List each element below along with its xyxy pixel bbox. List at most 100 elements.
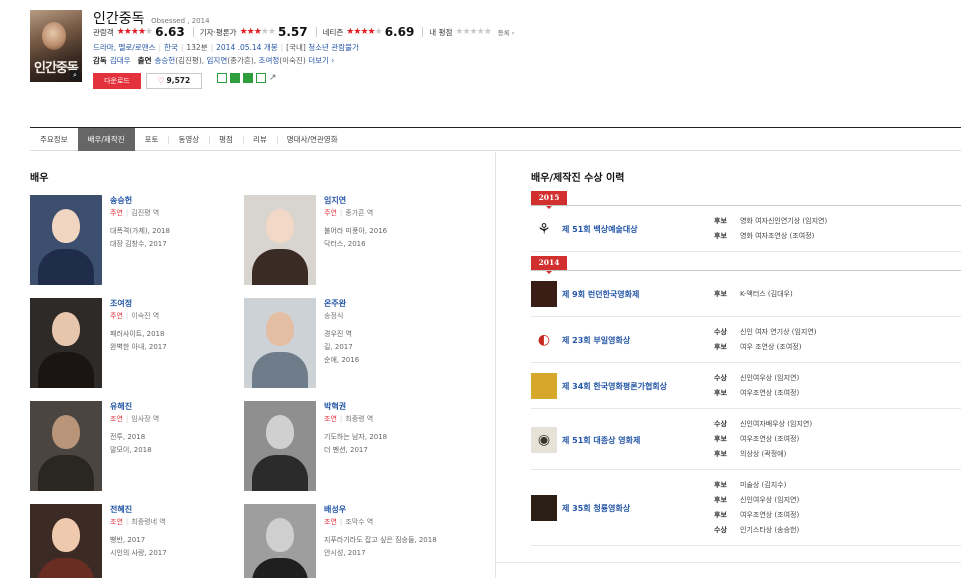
actor-work-item: 대장 김창수, 2017 bbox=[110, 240, 167, 248]
actor-photo[interactable] bbox=[30, 504, 102, 578]
cast-role: (종가흔), bbox=[227, 56, 259, 65]
award-status: 후보 bbox=[714, 217, 727, 225]
actor-role-name: 임사장 역 bbox=[131, 415, 160, 423]
actor-photo-head bbox=[52, 518, 80, 552]
award-name-link[interactable]: 제 23회 부일영화상 bbox=[562, 335, 630, 346]
tab-item[interactable]: 포토 bbox=[135, 128, 169, 151]
zoom-icon[interactable]: ⌕ bbox=[70, 70, 80, 80]
actor-role-type: 주연 bbox=[110, 312, 123, 320]
line-share-icon[interactable] bbox=[217, 73, 227, 83]
actor-works: 전투, 2018 말모이, 2018 bbox=[110, 431, 240, 457]
actor-photo[interactable] bbox=[244, 504, 316, 578]
award-name-link[interactable]: 제 51회 대종상 영화제 bbox=[562, 435, 640, 446]
actor-role-name: 최중령네 역 bbox=[131, 518, 166, 526]
actor-work-item: 뻥반, 2017 bbox=[110, 536, 146, 544]
cast-link[interactable]: 조여정 bbox=[259, 56, 280, 65]
rating-label: 기자·평론가 bbox=[199, 27, 237, 37]
actor-photo[interactable] bbox=[30, 401, 102, 491]
grade-link[interactable]: 청소년 관람불가 bbox=[308, 43, 359, 52]
actor-work-item: 전투, 2018 bbox=[110, 433, 146, 441]
role-separator: | bbox=[125, 415, 129, 423]
download-button[interactable]: 다운로드 bbox=[93, 73, 141, 89]
actor-works: 불어라 미풍아, 2016 닥터스, 2016 bbox=[324, 225, 454, 251]
tab-item[interactable]: 배우/제작진 bbox=[77, 128, 135, 151]
blog-share-icon[interactable] bbox=[256, 73, 266, 83]
award-name-link[interactable]: 제 51회 백상예술대상 bbox=[562, 224, 638, 235]
actor-photo-head bbox=[266, 209, 294, 243]
award-name-link[interactable]: 제 9회 런던한국영화제 bbox=[562, 289, 639, 300]
director-cast-row: 감독 김대우 출연 송승헌(김진평), 임지연(종가흔), 조여정(이숙진) 더보기… bbox=[93, 55, 334, 66]
actor-photo[interactable] bbox=[30, 298, 102, 388]
actor-photo[interactable] bbox=[244, 195, 316, 285]
actor-photo[interactable] bbox=[30, 195, 102, 285]
award-result: 후보 신인여우상 (임지연) bbox=[714, 493, 799, 508]
award-result: 후보 K-액터스 (김대우) bbox=[714, 287, 793, 302]
share-icon[interactable]: ↗ bbox=[269, 73, 281, 83]
cast-label: 출연 bbox=[137, 56, 152, 65]
actor-work-item: 지푸라기라도 잡고 싶은 짐승들, 2018 bbox=[324, 536, 437, 544]
actor-photo-head bbox=[266, 518, 294, 552]
star-rating-icon: ★★★★★ bbox=[346, 27, 382, 37]
award-status: 수상 bbox=[714, 374, 727, 382]
actor-name-link[interactable]: 유해진 bbox=[110, 401, 132, 412]
like-button[interactable]: ♡ 9,572 bbox=[146, 73, 202, 89]
actor-name-link[interactable]: 전혜진 bbox=[110, 504, 132, 515]
award-category: 신인 여자 연기상 (임지연) bbox=[740, 328, 817, 336]
like-count: 9,572 bbox=[166, 76, 191, 85]
director-link[interactable]: 김대우 bbox=[110, 56, 131, 65]
star-rating-icon: ★★★★★ bbox=[117, 27, 153, 37]
actor-photo[interactable] bbox=[244, 298, 316, 388]
actor-photo[interactable] bbox=[244, 401, 316, 491]
actor-card: 배성우 조연 | 조막수 역 지푸라기라도 잡고 싶은 짐승들, 2018 안시성, 20… bbox=[244, 504, 454, 578]
rating-score: 5.57 bbox=[277, 25, 308, 39]
award-status: 후보 bbox=[714, 496, 727, 504]
actor-work-item: 말모이, 2018 bbox=[110, 446, 152, 454]
genre-link[interactable]: 드라마, 멜로/로맨스 bbox=[93, 43, 156, 52]
star-icon: ★ bbox=[137, 27, 146, 37]
cast-link[interactable]: 송승헌 bbox=[154, 56, 175, 65]
award-status: 후보 bbox=[714, 481, 727, 489]
actor-photo-body bbox=[38, 558, 94, 578]
star-icon: ★ bbox=[130, 27, 139, 37]
release-date-link[interactable]: 2014 .05.14 개봉 bbox=[216, 43, 278, 52]
actor-name-link[interactable]: 배성우 bbox=[324, 504, 346, 515]
band-share-icon[interactable] bbox=[230, 73, 240, 83]
actor-photo-body bbox=[252, 352, 308, 388]
award-category: 인기스타상 (송승헌) bbox=[740, 526, 800, 534]
rate-register-link[interactable]: 등록 › bbox=[498, 27, 515, 37]
actor-name-link[interactable]: 박혁권 bbox=[324, 401, 346, 412]
tab-item[interactable]: 리뷰 bbox=[242, 128, 277, 151]
actor-name-link[interactable]: 온주완 bbox=[324, 298, 346, 309]
award-logo-icon: ◉ bbox=[531, 426, 557, 453]
star-icon: ★ bbox=[260, 27, 269, 37]
rating-separator bbox=[422, 27, 424, 37]
cast-link[interactable]: 임지연 bbox=[207, 56, 228, 65]
award-name-link[interactable]: 제 35회 청룡영화상 bbox=[562, 503, 630, 514]
award-result: 수상 신인여우상 (임지연) bbox=[714, 371, 799, 386]
actor-role: 송정식 bbox=[324, 311, 343, 321]
award-name-link[interactable]: 제 34회 한국영화평론가협회상 bbox=[562, 381, 667, 392]
actor-name-link[interactable]: 조여정 bbox=[110, 298, 132, 309]
actor-role-type: 조연 bbox=[110, 518, 123, 526]
tab-item[interactable]: 평점 bbox=[209, 128, 243, 151]
star-rating-icon[interactable]: ★★★★★ bbox=[455, 27, 491, 37]
actor-role: 조연 | 임사장 역 bbox=[110, 414, 159, 424]
award-result-list: 수상 신인여자배우상 (임지연) 후보 여우조연상 (조여정) 후보 의상상 (곽정애) bbox=[714, 417, 812, 462]
awards-section-title: 배우/제작진 수상 이력 bbox=[531, 173, 625, 184]
actor-name-link[interactable]: 송승헌 bbox=[110, 195, 132, 206]
tab-item[interactable]: 명대사/연관영화 bbox=[276, 128, 348, 151]
cast-more-link[interactable]: 더보기 › bbox=[308, 56, 334, 65]
country-link[interactable]: 한국 bbox=[164, 43, 178, 52]
tab-item[interactable]: 주요정보 bbox=[30, 128, 78, 151]
tab-item[interactable]: 동영상 bbox=[168, 128, 209, 151]
award-status: 후보 bbox=[714, 435, 727, 443]
award-result: 후보 미술상 (김지수) bbox=[714, 478, 799, 493]
actor-card: 유해진조연 | 임사장 역전투, 2018 말모이, 2018 bbox=[30, 401, 240, 491]
award-row: ⚘ 제 51회 백상예술대상 후보 영화 여자신인연기상 (임지연) 후보 영화 여자조연… bbox=[531, 206, 961, 252]
actor-name-link[interactable]: 임지연 bbox=[324, 195, 346, 206]
naver-share-icon[interactable] bbox=[243, 73, 253, 83]
star-icon: ★ bbox=[246, 27, 255, 37]
rating-score: 6.69 bbox=[384, 25, 415, 39]
actor-role: 주연 | 이숙진 역 bbox=[110, 311, 159, 321]
movie-poster[interactable]: 인간중독 ⌕ bbox=[30, 10, 82, 82]
